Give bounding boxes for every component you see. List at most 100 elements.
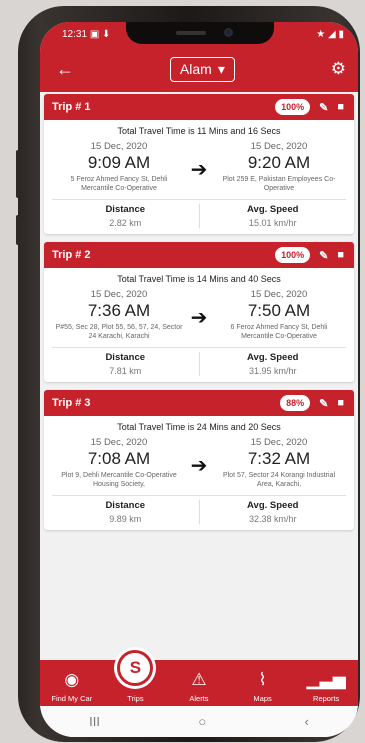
score-badge: 100% [275, 99, 311, 115]
speaker-grille [176, 31, 206, 35]
trash-icon[interactable]: ■ [337, 249, 344, 261]
start-address: Plot 9, Dehli Mercantile Co-Operative Ho… [61, 472, 177, 488]
divider [52, 199, 346, 200]
start-time: 7:36 AM [87, 301, 151, 320]
start-address: 5 Feroz Ahmed Fancy St, Dehli Mercantile… [70, 176, 168, 192]
speed-stat: Avg. Speed 31.95 km/hr [198, 352, 347, 376]
trip-stats: Distance 9.89 km Avg. Speed 32.38 km/hr [52, 500, 346, 524]
trash-icon[interactable]: ■ [337, 101, 344, 113]
end-date: 15 Dec, 2020 [250, 141, 308, 152]
distance-label: Distance [105, 500, 146, 511]
start-date: 15 Dec, 2020 [90, 141, 148, 152]
nav-find-my-car[interactable]: ◉ Find My Car [40, 660, 104, 706]
speed-label: Avg. Speed [247, 500, 299, 511]
system-back-icon[interactable]: ‹ [304, 714, 308, 729]
end-address: Plot 57, Sector 24 Korangi Industrial Ar… [222, 472, 336, 488]
distance-stat: Distance 2.82 km [52, 204, 199, 228]
trip-endpoints: 15 Dec, 2020 7:08 AM Plot 9, Dehli Merca… [52, 437, 346, 489]
trip-actions: 100% ✎ ■ [275, 99, 344, 115]
speed-label: Avg. Speed [247, 204, 299, 215]
divider [52, 347, 346, 348]
start-time: 7:08 AM [87, 449, 151, 468]
pencil-icon[interactable]: ✎ [319, 249, 328, 262]
status-time: 12:31 [62, 28, 88, 40]
trip-body: Total Travel Time is 11 Mins and 16 Secs… [44, 120, 354, 234]
chevron-down-icon: ▾ [217, 60, 225, 77]
pencil-icon[interactable]: ✎ [319, 101, 328, 114]
status-time-group: 12:31 ▣ ⬇ [62, 29, 110, 40]
phone-screen: 12:31 ▣ ⬇ ★ ◢ ▮ ← Alam ▾ ⚙ Trip # 1 100%… [40, 22, 358, 737]
nav-label: Trips [127, 694, 144, 703]
trip-card[interactable]: Trip # 1 100% ✎ ■ Total Travel Time is 1… [44, 94, 354, 234]
trash-icon[interactable]: ■ [337, 397, 344, 409]
nav-label: Maps [253, 694, 272, 703]
nav-alerts[interactable]: ⚠ Alerts [167, 660, 231, 706]
end-time: 7:32 AM [247, 449, 311, 468]
end-address: 6 Feroz Ahmed Fancy St, Dehli Mercantile… [230, 324, 328, 340]
pencil-icon[interactable]: ✎ [319, 397, 328, 410]
travel-time-text: Total Travel Time is 14 Mins and 40 Secs [117, 274, 281, 284]
trip-title: Trip # 3 [52, 397, 91, 409]
trip-stats: Distance 2.82 km Avg. Speed 15.01 km/hr [52, 204, 346, 228]
trip-actions: 100% ✎ ■ [275, 247, 344, 263]
map-route-icon: ⌇ [258, 670, 267, 689]
nav-maps[interactable]: ⌇ Maps [231, 660, 295, 706]
map-pin-icon: ◉ [64, 670, 80, 689]
nav-label: Find My Car [51, 694, 93, 703]
trip-body: Total Travel Time is 14 Mins and 40 Secs… [44, 268, 354, 382]
end-time: 7:50 AM [247, 301, 311, 320]
trip-end: 15 Dec, 2020 7:32 AM Plot 57, Sector 24 … [212, 437, 346, 489]
trip-title: Trip # 1 [52, 101, 91, 113]
gear-icon[interactable]: ⚙ [331, 59, 346, 79]
trip-start: 15 Dec, 2020 7:08 AM Plot 9, Dehli Merca… [52, 437, 186, 489]
speed-stat: Avg. Speed 32.38 km/hr [198, 500, 347, 524]
nav-reports[interactable]: ▁▃▅ Reports [294, 660, 358, 706]
trip-header: Trip # 1 100% ✎ ■ [44, 94, 354, 120]
trip-end: 15 Dec, 2020 9:20 AM Plot 259 E, Pakista… [212, 141, 346, 193]
warning-icon: ⚠ [191, 670, 207, 689]
distance-label: Distance [105, 204, 146, 215]
trip-start: 15 Dec, 2020 9:09 AM 5 Feroz Ahmed Fancy… [52, 141, 186, 193]
end-date: 15 Dec, 2020 [250, 437, 308, 448]
back-arrow-icon[interactable]: ← [56, 59, 74, 80]
system-status-icons: ★ ◢ ▮ [316, 28, 344, 40]
power-button [16, 215, 20, 245]
trip-endpoints: 15 Dec, 2020 9:09 AM 5 Feroz Ahmed Fancy… [52, 141, 346, 193]
arrow-right-icon: ➔ [190, 159, 208, 181]
trip-endpoints: 15 Dec, 2020 7:36 AM P#55, Sec 28, Plot … [52, 289, 346, 341]
distance-label: Distance [105, 352, 146, 363]
trip-title: Trip # 2 [52, 249, 91, 261]
front-camera [224, 28, 233, 37]
speed-label: Avg. Speed [247, 352, 299, 363]
speed-value: 15.01 km/hr [248, 218, 297, 228]
speed-value: 31.95 km/hr [248, 366, 297, 376]
nav-trips[interactable]: S Trips [104, 650, 168, 706]
start-date: 15 Dec, 2020 [90, 437, 148, 448]
start-time: 9:09 AM [87, 153, 151, 172]
start-address: P#55, Sec 28, Plot 55, 56, 57, 24, Secto… [55, 324, 183, 340]
travel-time-text: Total Travel Time is 24 Mins and 20 Secs [117, 422, 281, 432]
end-time: 9:20 AM [247, 153, 311, 172]
divider [52, 495, 346, 496]
route-icon: S [117, 650, 154, 686]
nav-label: Reports [313, 694, 340, 703]
arrow-right-icon: ➔ [190, 455, 208, 477]
trip-card[interactable]: Trip # 2 100% ✎ ■ Total Travel Time is 1… [44, 242, 354, 382]
trip-card[interactable]: Trip # 3 88% ✎ ■ Total Travel Time is 24… [44, 390, 354, 530]
trip-actions: 88% ✎ ■ [280, 395, 344, 411]
home-icon[interactable]: ○ [198, 714, 206, 729]
notification-icons: ▣ ⬇ [89, 28, 111, 40]
speed-stat: Avg. Speed 15.01 km/hr [198, 204, 347, 228]
distance-value: 7.81 km [109, 366, 142, 376]
distance-value: 2.82 km [109, 218, 142, 228]
camera-notch [126, 22, 274, 44]
travel-time-text: Total Travel Time is 11 Mins and 16 Secs [117, 126, 281, 136]
trip-list[interactable]: Trip # 1 100% ✎ ■ Total Travel Time is 1… [40, 94, 358, 654]
trip-body: Total Travel Time is 24 Mins and 20 Secs… [44, 416, 354, 530]
bar-chart-icon: ▁▃▅ [306, 670, 346, 689]
user-dropdown[interactable]: Alam ▾ [169, 56, 235, 82]
user-dropdown-label: Alam [179, 61, 212, 77]
system-navigation-bar: III ○ ‹ [40, 706, 358, 737]
end-address: Plot 259 E, Pakistan Employees Co-Operat… [222, 176, 336, 192]
recents-icon[interactable]: III [89, 714, 100, 729]
